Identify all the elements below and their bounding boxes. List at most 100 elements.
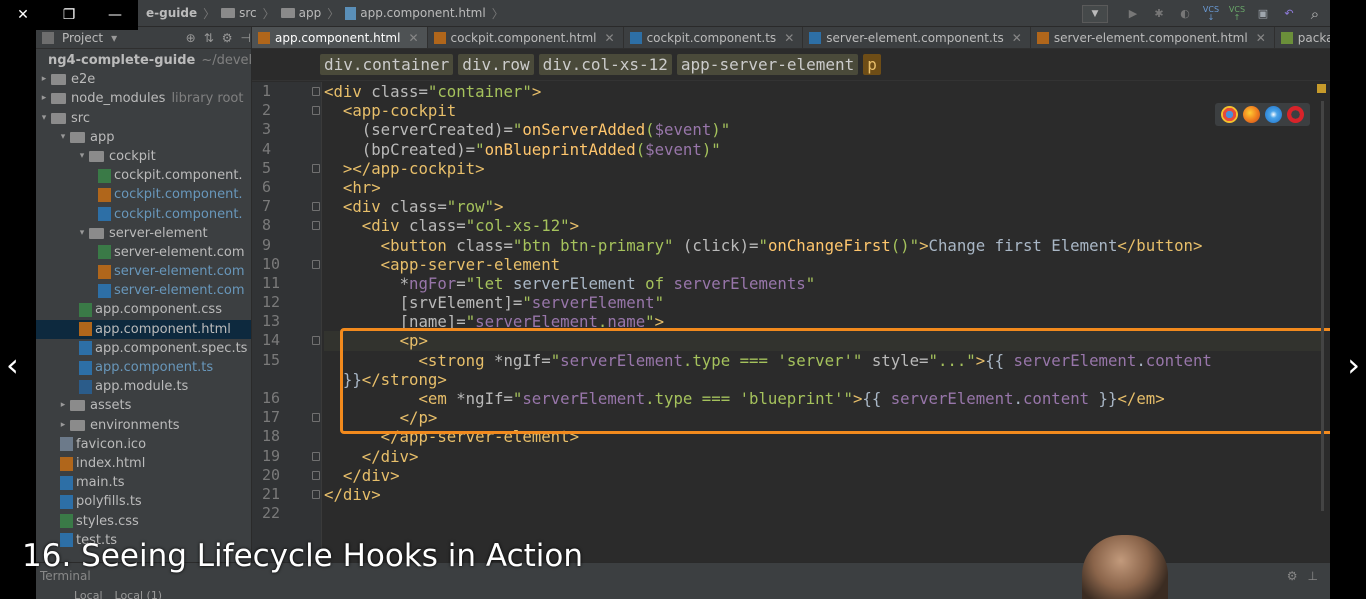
chevron-right-icon[interactable]: ▸ — [37, 70, 51, 89]
previous-video-arrow[interactable]: ‹ — [6, 346, 19, 384]
safari-icon[interactable] — [1265, 106, 1282, 123]
restore-icon[interactable]: ❐ — [46, 7, 92, 23]
chevron-down-icon[interactable]: ▾ — [56, 128, 70, 147]
code-editor[interactable]: div.container div.row div.col-xs-12 app-ser… — [252, 49, 1330, 562]
tag-breadcrumb-item[interactable]: div.row — [458, 54, 534, 75]
ts-file-icon — [60, 475, 73, 490]
tree-item-label: app.module.ts — [95, 379, 189, 395]
close-icon[interactable]: ✕ — [0, 7, 46, 23]
tag-breadcrumb-item[interactable]: app-server-element — [676, 54, 859, 75]
revert-icon[interactable]: ↶ — [1280, 5, 1298, 23]
tree-file[interactable]: favicon.ico — [36, 435, 251, 454]
tree-file[interactable]: app.component.html — [36, 319, 251, 339]
editor-tab[interactable]: server-element.component.html ✕ — [1031, 27, 1275, 48]
tree-folder[interactable]: ▾ src — [36, 109, 251, 128]
minimize-icon[interactable]: — — [92, 7, 138, 23]
next-video-arrow[interactable]: › — [1347, 346, 1360, 384]
tree-file[interactable]: main.ts — [36, 473, 251, 492]
tag-breadcrumb-item[interactable]: div.container — [320, 54, 454, 75]
breadcrumb-item[interactable]: app.component.html 〉 — [345, 5, 504, 22]
tree-folder[interactable]: ▸ e2e — [36, 70, 251, 89]
tree-file[interactable]: polyfills.ts — [36, 492, 251, 511]
terminal-tab[interactable]: Local (1) — [115, 589, 163, 599]
chevron-down-icon[interactable]: ▾ — [75, 147, 89, 166]
tree-file[interactable]: cockpit.component. — [36, 205, 251, 224]
tree-file[interactable]: server-element.com — [36, 262, 251, 281]
tree-folder[interactable]: ▾ cockpit — [36, 147, 251, 166]
tree-file[interactable]: index.html — [36, 454, 251, 473]
close-icon[interactable]: ✕ — [784, 31, 794, 45]
debug-icon[interactable]: ✱ — [1150, 5, 1168, 23]
fold-icon[interactable] — [312, 470, 320, 480]
tag-breadcrumb-item[interactable]: div.col-xs-12 — [538, 54, 672, 75]
dropdown-icon[interactable]: ▾ — [111, 31, 117, 45]
tree-item-label: server-element — [109, 225, 208, 241]
tree-file[interactable]: app.component.css — [36, 300, 251, 319]
tree-file[interactable]: cockpit.component. — [36, 185, 251, 204]
tree-file[interactable]: app.component.spec.ts — [36, 339, 251, 358]
tag-breadcrumb-item[interactable]: p — [863, 54, 881, 75]
run-icon[interactable]: ▶ — [1124, 5, 1142, 23]
editor-scrollbar[interactable] — [1321, 101, 1324, 511]
search-icon[interactable]: ⌕ — [1306, 5, 1324, 23]
tree-file[interactable]: cockpit.component. — [36, 166, 251, 185]
tree-folder[interactable]: ▸ node_modules library root — [36, 89, 251, 108]
editor-tab[interactable]: app.component.html ✕ — [252, 27, 428, 48]
chevron-down-icon[interactable]: ▾ — [75, 224, 89, 243]
chevron-right-icon[interactable]: ▸ — [37, 89, 51, 108]
coverage-icon[interactable]: ◐ — [1176, 5, 1194, 23]
fold-icon[interactable] — [312, 202, 320, 212]
fold-icon[interactable] — [312, 221, 320, 231]
close-icon[interactable]: ✕ — [1256, 31, 1266, 45]
chevron-down-icon[interactable]: ▾ — [37, 109, 51, 128]
sync-icon[interactable]: ⊕ — [186, 31, 196, 45]
tree-file[interactable]: server-element.com — [36, 243, 251, 262]
editor-tab[interactable]: package.json✕ — [1275, 27, 1330, 48]
history-icon[interactable]: ▣ — [1254, 5, 1272, 23]
firefox-icon[interactable] — [1243, 106, 1260, 123]
fold-icon[interactable] — [312, 87, 320, 96]
run-config-dropdown[interactable]: ▼ — [1082, 4, 1108, 23]
tree-folder[interactable]: ▾ app — [36, 128, 251, 147]
breadcrumb-item[interactable]: src 〉 — [221, 5, 275, 22]
gear-icon[interactable]: ⚙ — [222, 31, 233, 45]
breadcrumb-item[interactable]: e-guide 〉 — [146, 5, 215, 22]
chrome-icon[interactable] — [1221, 106, 1238, 123]
code-line: </div> — [361, 446, 419, 466]
fold-icon[interactable] — [312, 106, 320, 116]
hide-panel-icon[interactable]: ⊣ — [241, 31, 251, 45]
fold-icon[interactable] — [312, 451, 320, 461]
close-icon[interactable]: ✕ — [408, 31, 418, 45]
collapse-icon[interactable]: ⇅ — [204, 31, 214, 45]
chevron-right-icon[interactable]: ▸ — [56, 396, 70, 415]
tree-folder[interactable]: ▾ server-element — [36, 224, 251, 243]
vcs-commit-icon[interactable]: VCS ↑ — [1228, 5, 1246, 23]
inspection-status-icon[interactable] — [1317, 84, 1326, 93]
hide-panel-icon[interactable]: ⊥ — [1308, 569, 1318, 583]
fold-icon[interactable] — [312, 259, 320, 269]
gear-icon[interactable]: ⚙ — [1287, 569, 1298, 583]
tree-file[interactable]: styles.css — [36, 512, 251, 531]
tree-file[interactable]: server-element.com — [36, 281, 251, 300]
vcs-update-icon[interactable]: VCS ↓ — [1202, 5, 1220, 23]
tree-file[interactable]: app.module.ts — [36, 377, 251, 396]
editor-tab[interactable]: server-element.component.ts ✕ — [803, 27, 1031, 48]
breadcrumb-item[interactable]: app 〉 — [280, 5, 339, 22]
tree-folder[interactable]: ▸ assets — [36, 396, 251, 415]
editor-tab[interactable]: cockpit.component.ts ✕ — [624, 27, 804, 48]
opera-icon[interactable] — [1287, 106, 1304, 123]
editor-tab[interactable]: cockpit.component.html ✕ — [428, 27, 624, 48]
tree-file[interactable]: app.component.ts — [36, 358, 251, 377]
tree-folder[interactable]: ▸ environments — [36, 416, 251, 435]
fold-icon[interactable] — [312, 163, 320, 173]
close-icon[interactable]: ✕ — [605, 31, 615, 45]
tree-root[interactable]: ng4-complete-guide ~/develop — [36, 51, 268, 70]
project-panel-title[interactable]: Project — [62, 31, 103, 45]
fold-icon[interactable] — [312, 489, 320, 499]
terminal-tab[interactable]: Local — [74, 589, 103, 599]
fold-icon[interactable] — [312, 336, 320, 346]
fold-icon[interactable] — [312, 413, 320, 423]
chevron-right-icon[interactable]: ▸ — [56, 416, 70, 435]
close-icon[interactable]: ✕ — [1012, 31, 1022, 45]
code-area[interactable]: <div class="container"> <app-cockpit (se… — [324, 82, 1324, 562]
